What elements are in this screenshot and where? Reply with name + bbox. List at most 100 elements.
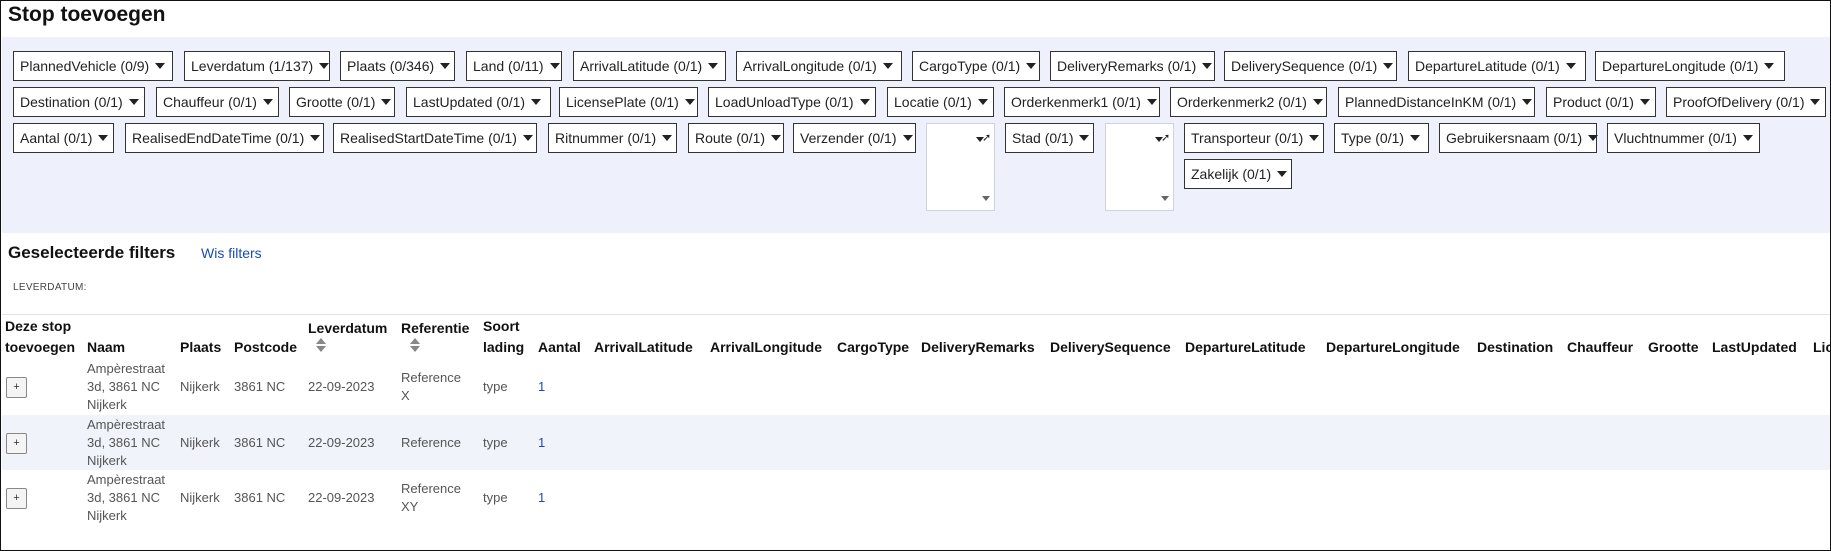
filter-orderkenmerk2[interactable]: Orderkenmerk2 (0/1) (1170, 87, 1327, 117)
th-arrivallatitude[interactable]: ArrivalLatitude (594, 337, 693, 358)
filter-label: Verzender (0/1) (800, 130, 897, 146)
filter-leverdatum[interactable]: Leverdatum (1/137) (184, 51, 330, 81)
th-deliverysequence[interactable]: DeliverySequence (1050, 337, 1171, 358)
th-soort-lading[interactable]: Soort lading (483, 316, 524, 358)
filter-label: RealisedStartDateTime (0/1) (340, 130, 517, 146)
filter-label: PlannedVehicle (0/9) (20, 58, 150, 74)
chevron-down-icon (1312, 99, 1323, 105)
filter-proofofdelivery[interactable]: ProofOfDelivery (0/1) (1666, 87, 1826, 117)
filter-label: Type (0/1) (1341, 130, 1405, 146)
th-referentie[interactable]: Referentie (401, 318, 469, 339)
chevron-down-icon (902, 135, 913, 141)
filter-realisedstartdatetime[interactable]: RealisedStartDateTime (0/1) (333, 123, 537, 153)
th-licenseplate[interactable]: Lic (1813, 337, 1830, 358)
filter-label: PlannedDistanceInKM (0/1) (1345, 94, 1517, 110)
add-stop-button[interactable]: + (6, 433, 27, 454)
naam-line: 3d, 3861 NC (87, 379, 160, 394)
filter-vluchtnummer[interactable]: Vluchtnummer (0/1) (1607, 123, 1760, 153)
filter-departurelongitude[interactable]: DepartureLongitude (0/1) (1595, 51, 1785, 81)
filter-transporteur[interactable]: Transporteur (0/1) (1184, 123, 1324, 153)
scroll-down-icon[interactable] (1161, 196, 1169, 201)
chevron-down-icon (1079, 135, 1090, 141)
th-destination[interactable]: Destination (1477, 337, 1553, 358)
filter-gebruikersnaam[interactable]: Gebruikersnaam (0/1) (1439, 123, 1599, 153)
chevron-down-icon (1146, 99, 1157, 105)
filter-label: Leverdatum (1/137) (191, 58, 314, 74)
naam-line: 3d, 3861 NC (87, 435, 160, 450)
filter-stad[interactable]: Stad (0/1) (1005, 123, 1094, 153)
sort-icon[interactable] (315, 337, 327, 353)
cell-soort: type (483, 490, 508, 505)
filter-lastupdated[interactable]: LastUpdated (0/1) (406, 87, 551, 117)
th-lastupdated[interactable]: LastUpdated (1712, 337, 1797, 358)
chevron-down-icon (771, 135, 782, 141)
chevron-down-icon (1639, 99, 1650, 105)
filter-cargotype[interactable]: CargoType (0/1) (912, 51, 1040, 81)
filter-route[interactable]: Route (0/1) (688, 123, 784, 153)
selected-filters-title: Geselecteerde filters (8, 243, 176, 262)
filter-licenseplate[interactable]: LicensePlate (0/1) (559, 87, 698, 117)
filter-deliverysequence[interactable]: DeliverySequence (0/1) (1224, 51, 1397, 81)
filter-plannedvehicle[interactable]: PlannedVehicle (0/9) (13, 51, 173, 81)
filter-type[interactable]: Type (0/1) (1334, 123, 1429, 153)
cell-postcode: 3861 NC (234, 379, 286, 394)
filter-ritnummer[interactable]: Ritnummer (0/1) (548, 123, 677, 153)
th-grootte[interactable]: Grootte (1648, 337, 1699, 358)
th-cargotype[interactable]: CargoType (837, 337, 909, 358)
chevron-down-icon (859, 99, 870, 105)
th-plaats[interactable]: Plaats (180, 337, 221, 358)
filter-verzender[interactable]: Verzender (0/1) (793, 123, 916, 153)
add-stop-button[interactable]: + (6, 377, 27, 398)
sort-icon[interactable] (409, 337, 421, 353)
chevron-down-icon (1742, 135, 1753, 141)
th-chauffeur[interactable]: Chauffeur (1567, 337, 1633, 358)
filter-departurelatitude[interactable]: DepartureLatitude (0/1) (1408, 51, 1586, 81)
table-row: + Ampèrestraat 3d, 3861 NC Nijkerk Nijke… (2, 470, 1830, 525)
filters-panel: PlannedVehicle (0/9) Leverdatum (1/137) … (2, 37, 1830, 233)
th-naam[interactable]: Naam (87, 337, 125, 358)
cell-leverdatum: 22-09-2023 (308, 435, 375, 450)
table-header: Deze stop toevoegen Naam Plaats Postcode… (1, 315, 1830, 360)
chevron-down-icon (1277, 171, 1288, 177)
blank-filter-select-1[interactable]: ➚ (926, 123, 995, 211)
cell-postcode: 3861 NC (234, 490, 286, 505)
add-stop-button[interactable]: + (6, 488, 27, 509)
filter-zakelijk[interactable]: Zakelijk (0/1) (1184, 159, 1292, 189)
th-aantal[interactable]: Aantal (538, 337, 581, 358)
filter-orderkenmerk1[interactable]: Orderkenmerk1 (0/1) (1004, 87, 1160, 117)
filter-product[interactable]: Product (0/1) (1546, 87, 1656, 117)
chevron-down-icon (1202, 63, 1213, 69)
cell-naam: Ampèrestraat 3d, 3861 NC Nijkerk (87, 416, 165, 470)
filter-deliveryremarks[interactable]: DeliveryRemarks (0/1) (1050, 51, 1215, 81)
filter-label: Orderkenmerk2 (0/1) (1177, 94, 1307, 110)
cell-leverdatum: 22-09-2023 (308, 490, 375, 505)
filter-label: LicensePlate (0/1) (566, 94, 679, 110)
th-departurelongitude[interactable]: DepartureLongitude (1326, 337, 1460, 358)
filter-arrivallongitude[interactable]: ArrivalLongitude (0/1) (736, 51, 902, 81)
filter-label: Product (0/1) (1553, 94, 1634, 110)
filter-loadunloadtype[interactable]: LoadUnloadType (0/1) (708, 87, 876, 117)
th-deliveryremarks[interactable]: DeliveryRemarks (921, 337, 1035, 358)
filter-planneddistanceinkm[interactable]: PlannedDistanceInKM (0/1) (1338, 87, 1535, 117)
clear-filters-link[interactable]: Wis filters (201, 245, 262, 261)
th-departurelatitude[interactable]: DepartureLatitude (1185, 337, 1306, 358)
filter-land[interactable]: Land (0/11) (466, 51, 562, 81)
th-arrivallongitude[interactable]: ArrivalLongitude (710, 337, 822, 358)
filter-chauffeur[interactable]: Chauffeur (0/1) (156, 87, 279, 117)
blank-filter-select-2[interactable]: ➚ (1105, 123, 1174, 211)
th-leverdatum[interactable]: Leverdatum (308, 318, 387, 339)
filter-arrivallatitude[interactable]: ArrivalLatitude (0/1) (573, 51, 726, 81)
scroll-down-icon[interactable] (982, 196, 990, 201)
filter-realisedenddatetime[interactable]: RealisedEndDateTime (0/1) (125, 123, 324, 153)
filter-locatie[interactable]: Locatie (0/1) (887, 87, 994, 117)
filter-destination[interactable]: Destination (0/1) (13, 87, 145, 117)
filter-label: Chauffeur (0/1) (163, 94, 257, 110)
cell-referentie: Reference X (401, 369, 461, 405)
filter-plaats[interactable]: Plaats (0/346) (340, 51, 455, 81)
filter-grootte[interactable]: Grootte (0/1) (289, 87, 395, 117)
th-postcode[interactable]: Postcode (234, 337, 297, 358)
filter-aantal[interactable]: Aantal (0/1) (13, 123, 114, 153)
chevron-down-icon (1383, 63, 1394, 69)
chevron-down-icon (1810, 99, 1821, 105)
chevron-down-icon (98, 135, 109, 141)
